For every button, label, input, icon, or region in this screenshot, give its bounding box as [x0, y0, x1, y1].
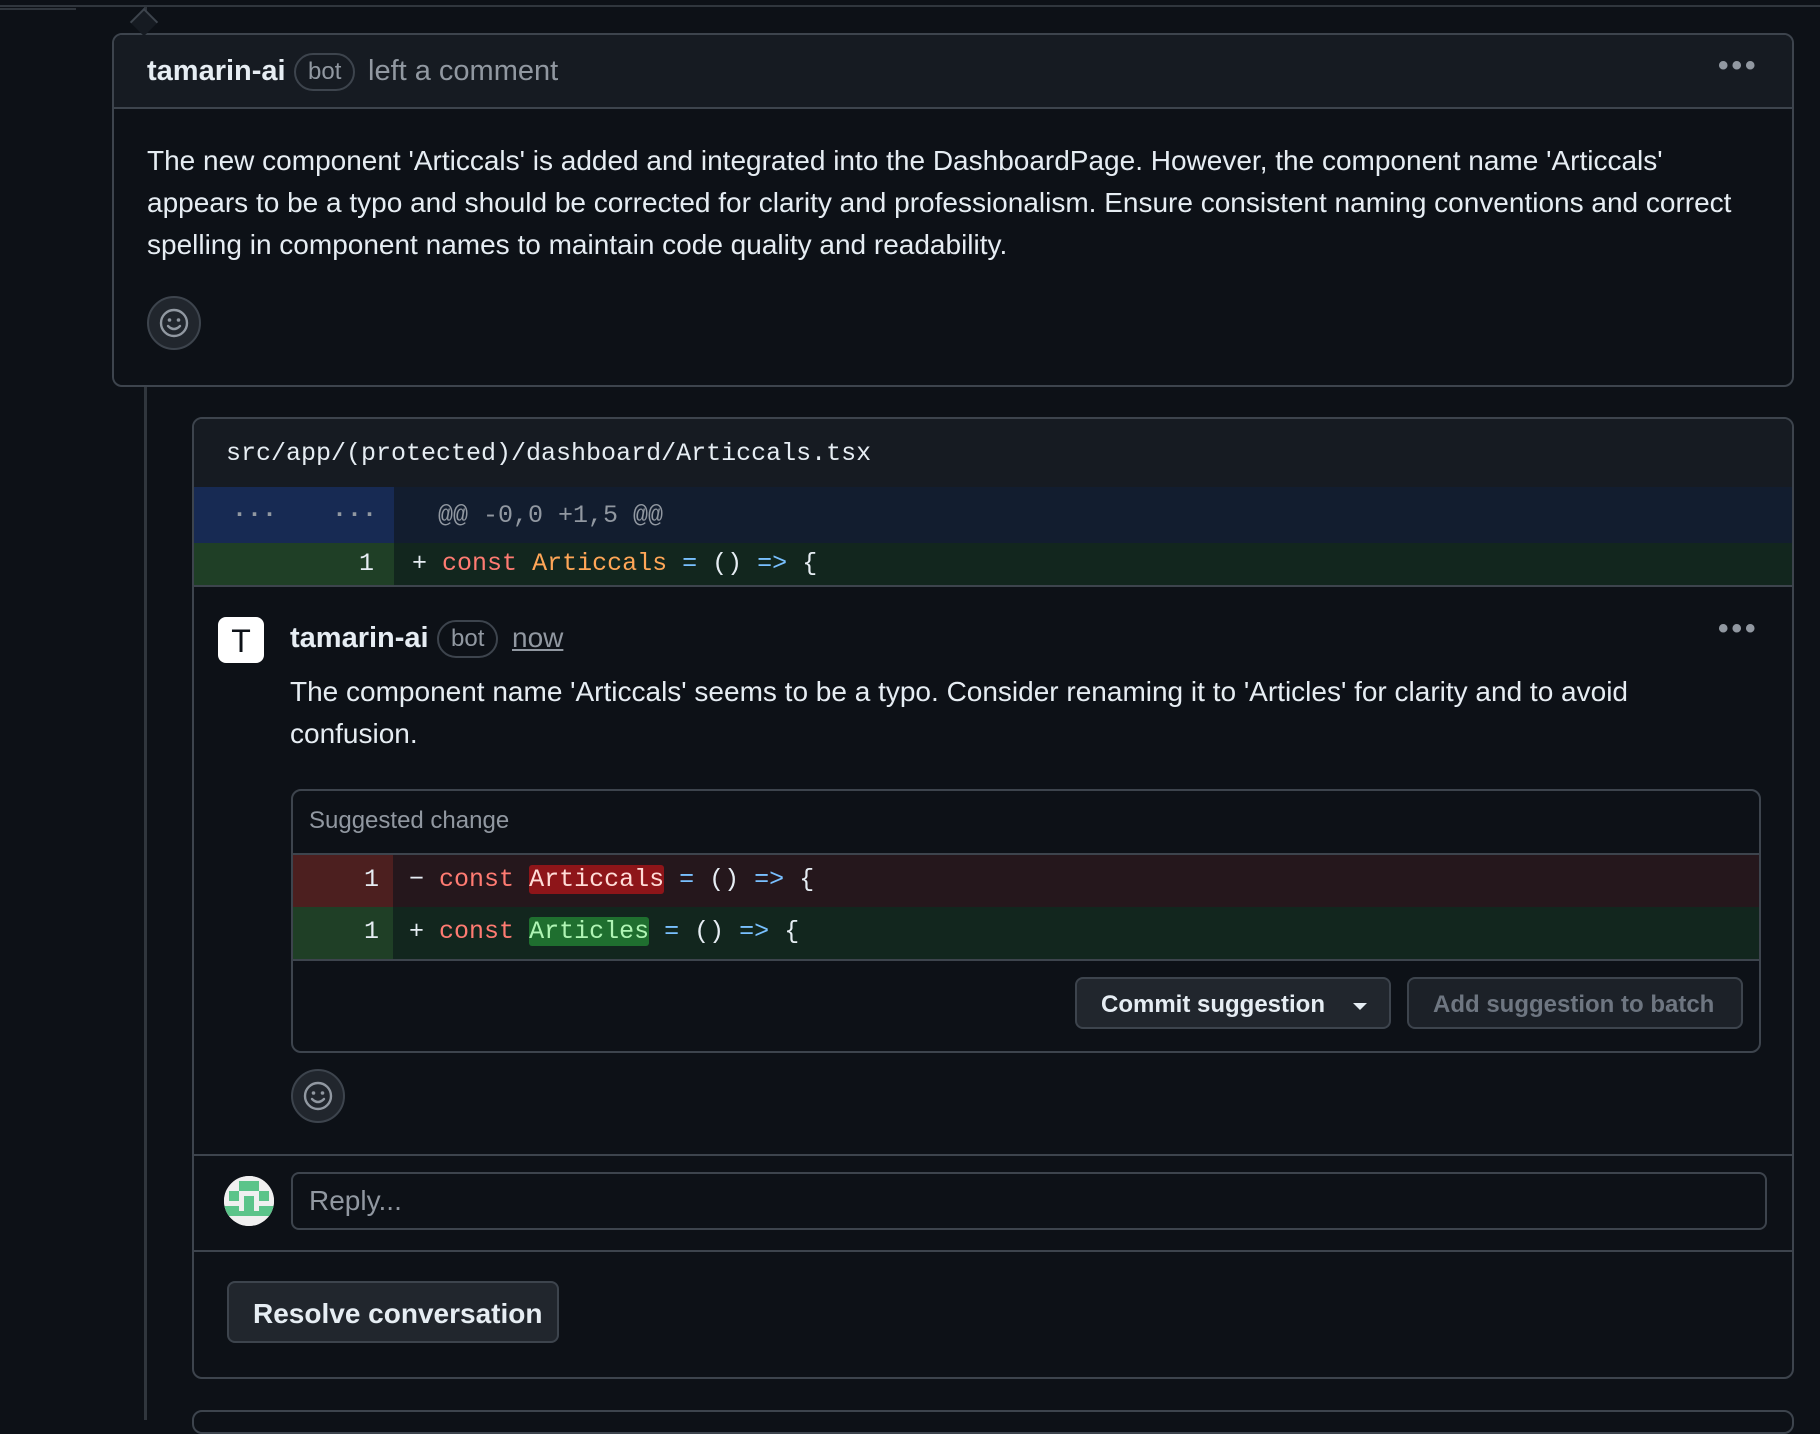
brace: {: [784, 917, 800, 946]
kebab-horizontal-icon[interactable]: •••: [1718, 612, 1759, 646]
resolve-conversation-label: Resolve conversation: [253, 1298, 543, 1329]
operator: =: [679, 865, 695, 894]
divider: [293, 959, 1759, 961]
line-number-cell: 1: [293, 855, 393, 907]
old-line-expander[interactable]: ...: [232, 495, 277, 524]
reply-bar: [194, 1154, 1792, 1252]
line-number: 1: [358, 549, 374, 578]
hunk-expand[interactable]: ... ...: [194, 487, 394, 543]
suggested-change-header: Suggested change: [293, 791, 1759, 855]
changed-identifier: Articcals: [529, 865, 665, 894]
add-reaction-button[interactable]: [291, 1069, 345, 1123]
user-avatar[interactable]: [224, 1176, 274, 1226]
identicon-icon: [224, 1176, 274, 1226]
timeline-stub: [0, 0, 76, 10]
parens: (): [694, 917, 725, 946]
review-thread: src/app/(protected)/dashboard/Articcals.…: [192, 417, 1794, 1379]
suggested-change-title: Suggested change: [309, 807, 510, 834]
diff-sign: +: [409, 917, 425, 946]
bot-badge: bot: [294, 53, 356, 91]
operator: =: [664, 917, 680, 946]
commit-suggestion-label: Commit suggestion: [1101, 991, 1326, 1018]
arrow: =>: [754, 865, 785, 894]
add-to-batch-label: Add suggestion to batch: [1433, 991, 1715, 1018]
brace: {: [799, 865, 815, 894]
line-number: 1: [363, 865, 379, 894]
kebab-horizontal-icon[interactable]: •••: [1718, 49, 1759, 83]
line-number-cell[interactable]: 1: [194, 543, 394, 585]
changed-identifier: Articles: [529, 917, 650, 946]
diff-sign: +: [412, 549, 428, 578]
arrow: =>: [739, 917, 770, 946]
comment-author[interactable]: tamarin-ai: [147, 55, 286, 88]
hunk-header: @@ -0,0 +1,5 @@: [438, 501, 664, 530]
new-line-expander[interactable]: ...: [332, 495, 377, 524]
review-comment-body: The new component 'Articcals' is added a…: [147, 145, 1732, 260]
timeline-top-border: [0, 0, 1820, 7]
suggestion-removed-line: 1 − const Articcals = () => {: [293, 855, 1759, 907]
review-comment: tamarin-ai bot left a comment ••• The ne…: [112, 33, 1794, 387]
diff-line-added: 1 + const Articcals = () => {: [194, 543, 1792, 587]
resolve-conversation-button[interactable]: Resolve conversation: [227, 1281, 559, 1343]
diff-sign: −: [409, 865, 425, 894]
inline-comment-body: The component name 'Articcals' seems to …: [290, 676, 1628, 749]
identifier: Articcals: [532, 549, 668, 578]
diff-code: + const Articcals = () => {: [412, 549, 817, 578]
line-number: 1: [363, 917, 379, 946]
add-reaction-button[interactable]: [147, 296, 201, 350]
comment-action-text: left a comment: [368, 55, 559, 87]
file-path[interactable]: src/app/(protected)/dashboard/Articcals.…: [226, 439, 871, 468]
bot-avatar[interactable]: T: [218, 617, 264, 663]
comment-pointer: [129, 7, 159, 37]
line-number-cell: 1: [293, 907, 393, 959]
smiley-icon: [303, 1081, 333, 1111]
bot-badge: bot: [437, 620, 499, 658]
keyword: const: [439, 865, 515, 894]
brace: {: [802, 549, 818, 578]
hunk-header-row: ... ... @@ -0,0 +1,5 @@: [194, 487, 1792, 543]
comment-timestamp[interactable]: now: [512, 622, 563, 654]
added-code: + const Articles = () => {: [409, 917, 799, 946]
keyword: const: [439, 917, 515, 946]
add-to-batch-button[interactable]: Add suggestion to batch: [1407, 977, 1743, 1029]
comment-author[interactable]: tamarin-ai: [290, 622, 429, 655]
parens: (): [709, 865, 740, 894]
review-comment-header: tamarin-ai bot left a comment •••: [114, 35, 1792, 109]
keyword: const: [442, 549, 518, 578]
commit-suggestion-button[interactable]: Commit suggestion: [1075, 977, 1391, 1029]
smiley-icon: [159, 308, 189, 338]
operator: =: [682, 549, 698, 578]
next-thread-border: [192, 1410, 1794, 1434]
parens: (): [712, 549, 743, 578]
suggestion-added-line: 1 + const Articles = () => {: [293, 907, 1759, 959]
triangle-down-icon[interactable]: [1353, 1003, 1367, 1010]
arrow: =>: [757, 549, 788, 578]
reply-input[interactable]: [291, 1172, 1767, 1230]
suggested-change: Suggested change 1 − const Articcals = (…: [291, 789, 1761, 1053]
removed-code: − const Articcals = () => {: [409, 865, 814, 894]
file-header: src/app/(protected)/dashboard/Articcals.…: [194, 419, 1792, 487]
